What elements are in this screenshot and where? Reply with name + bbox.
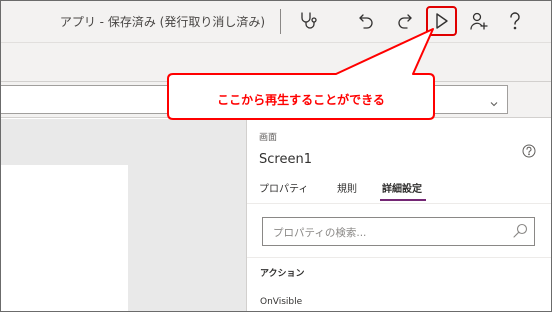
properties-panel: 画面 Screen1 プロパティ 規則 詳細設定 プロパティの検索... アクシ… <box>246 119 551 311</box>
search-placeholder: プロパティの検索... <box>273 227 367 239</box>
stethoscope-icon <box>298 11 318 31</box>
tab-rules[interactable]: 規則 <box>337 180 357 195</box>
app-checker-button[interactable] <box>294 7 322 35</box>
divider <box>247 257 551 258</box>
active-tab-indicator <box>380 199 426 201</box>
redo-icon <box>395 11 413 31</box>
redo-button[interactable] <box>390 7 418 35</box>
tab-properties[interactable]: プロパティ <box>259 180 308 195</box>
undo-icon <box>358 11 376 31</box>
play-icon <box>434 12 450 30</box>
share-button[interactable] <box>465 7 493 35</box>
app-window: アプリ - 保存済み (発行取り消し済み) 画面 Screen1 プロパティ 規… <box>0 0 552 312</box>
undo-button[interactable] <box>353 7 381 35</box>
search-icon <box>512 223 528 243</box>
divider <box>247 203 551 204</box>
property-search-input[interactable]: プロパティの検索... <box>262 217 535 246</box>
section-title-actions: アクション <box>260 269 305 279</box>
command-bar <box>1 43 551 82</box>
chevron-down-icon[interactable] <box>489 94 499 113</box>
screen-canvas[interactable] <box>1 165 128 311</box>
canvas-area <box>1 119 246 311</box>
question-mark-icon <box>507 11 523 31</box>
preview-play-button[interactable] <box>428 7 456 35</box>
callout-text: ここから再生することができる <box>217 92 385 107</box>
toolbar-divider <box>280 9 281 34</box>
title-bar: アプリ - 保存済み (発行取り消し済み) <box>1 1 551 43</box>
control-type-label: 画面 <box>259 133 278 143</box>
help-circle-icon[interactable] <box>522 143 536 162</box>
tab-advanced[interactable]: 詳細設定 <box>382 180 422 195</box>
app-title: アプリ - 保存済み (発行取り消し済み) <box>59 15 265 29</box>
help-button[interactable] <box>501 7 529 35</box>
share-user-icon <box>469 11 489 31</box>
property-onvisible[interactable]: OnVisible <box>260 297 302 307</box>
control-name: Screen1 <box>259 152 312 167</box>
